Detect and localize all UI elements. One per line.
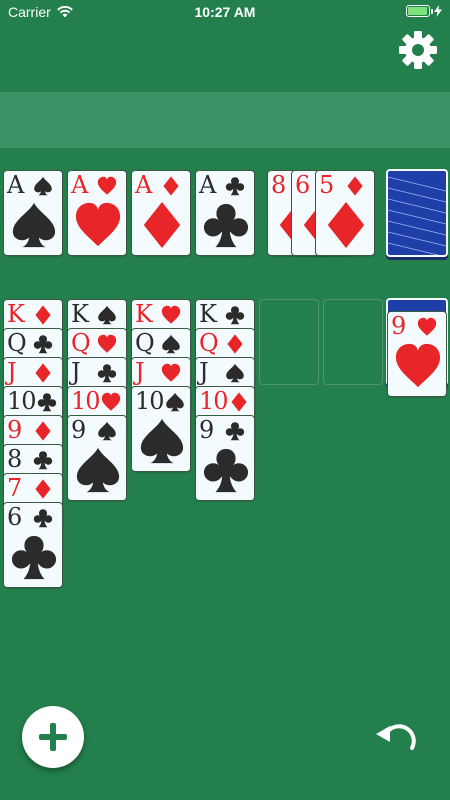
card-a-of-spades[interactable]: A <box>3 170 63 256</box>
spade-icon <box>34 176 52 196</box>
empty-slot[interactable] <box>323 299 383 385</box>
card-5-of-diamonds[interactable]: 5 <box>315 170 375 256</box>
battery-indicator <box>406 5 442 17</box>
spade-icon <box>12 202 56 248</box>
undo-icon[interactable] <box>372 718 422 758</box>
card-a-of-clubs[interactable]: A <box>195 170 255 256</box>
card-rank: 7 <box>7 474 22 502</box>
diamond-icon <box>35 421 51 441</box>
card-10-of-spades[interactable]: 10 <box>131 386 191 472</box>
diamond-icon <box>327 201 365 249</box>
card-rank: 9 <box>7 416 22 444</box>
bolt-icon <box>434 5 442 17</box>
diamond-icon <box>35 479 51 499</box>
card-rank: K <box>135 300 153 328</box>
card-rank: 6 <box>7 503 22 531</box>
diamond-icon <box>227 334 243 354</box>
heart-icon <box>161 363 181 382</box>
club-icon <box>33 335 53 354</box>
card-rank: A <box>135 171 152 199</box>
new-game-button[interactable] <box>22 706 84 768</box>
diamond-icon <box>163 176 179 196</box>
card-9-of-clubs[interactable]: 9 <box>195 415 255 501</box>
diamond-icon <box>347 176 363 196</box>
card-rank: 10 <box>135 387 165 415</box>
card-rank: A <box>199 171 216 199</box>
card-6-of-clubs[interactable]: 6 <box>3 502 63 588</box>
card-back[interactable] <box>386 169 448 257</box>
spade-icon <box>98 305 116 325</box>
card-rank: A <box>71 171 88 199</box>
card-rank: 10 <box>7 387 37 415</box>
heart-icon <box>161 305 181 324</box>
card-a-of-diamonds[interactable]: A <box>131 170 191 256</box>
club-icon <box>11 535 57 580</box>
card-rank: J <box>135 358 145 386</box>
club-icon <box>97 364 117 383</box>
card-rank: J <box>71 358 81 386</box>
clock: 10:27 AM <box>194 4 256 20</box>
diamond-icon <box>231 392 247 412</box>
card-rank: 9 <box>391 312 406 340</box>
club-icon <box>203 448 249 493</box>
gear-icon[interactable] <box>396 28 440 72</box>
spade-icon <box>162 334 180 354</box>
card-rank: 10 <box>199 387 229 415</box>
empty-slot[interactable] <box>259 299 319 385</box>
spade-icon <box>226 363 244 383</box>
spade-icon <box>166 392 184 412</box>
club-icon <box>33 451 53 470</box>
card-rank: 8 <box>7 445 22 473</box>
spade-icon <box>140 418 184 464</box>
card-back-pattern <box>388 176 446 255</box>
heart-icon <box>101 392 121 411</box>
card-rank: 8 <box>271 171 286 199</box>
card-rank: K <box>71 300 89 328</box>
card-rank: 9 <box>199 416 214 444</box>
card-9-of-spades[interactable]: 9 <box>67 415 127 501</box>
spade-icon <box>76 447 120 493</box>
club-icon <box>225 177 245 196</box>
club-icon <box>33 509 53 528</box>
card-rank: Q <box>135 329 155 357</box>
card-rank: J <box>199 358 209 386</box>
heart-icon <box>75 202 121 247</box>
card-rank: Q <box>71 329 91 357</box>
card-rank: Q <box>7 329 27 357</box>
spade-icon <box>98 421 116 441</box>
diamond-icon <box>143 201 181 249</box>
club-icon <box>203 203 249 248</box>
card-9-of-hearts[interactable]: 9 <box>387 311 447 397</box>
heart-icon <box>97 334 117 353</box>
card-rank: A <box>7 171 24 199</box>
card-rank: Q <box>199 329 219 357</box>
card-rank: 9 <box>71 416 86 444</box>
plus-icon <box>39 723 67 751</box>
card-a-of-hearts[interactable]: A <box>67 170 127 256</box>
card-rank: 6 <box>295 171 310 199</box>
card-rank: K <box>7 300 25 328</box>
status-bar: Carrier 10:27 AM <box>0 0 450 24</box>
battery-icon <box>406 5 433 17</box>
card-rank: 10 <box>71 387 101 415</box>
club-icon <box>225 422 245 441</box>
club-icon <box>37 393 57 412</box>
banner-strip <box>0 92 450 148</box>
card-rank: K <box>199 300 217 328</box>
heart-icon <box>97 176 117 195</box>
club-icon <box>225 306 245 325</box>
card-rank: J <box>7 358 17 386</box>
heart-icon <box>395 343 441 388</box>
diamond-icon <box>35 363 51 383</box>
battery-fill <box>408 7 427 15</box>
diamond-icon <box>35 305 51 325</box>
card-rank: 5 <box>319 171 334 199</box>
heart-icon <box>417 317 437 336</box>
